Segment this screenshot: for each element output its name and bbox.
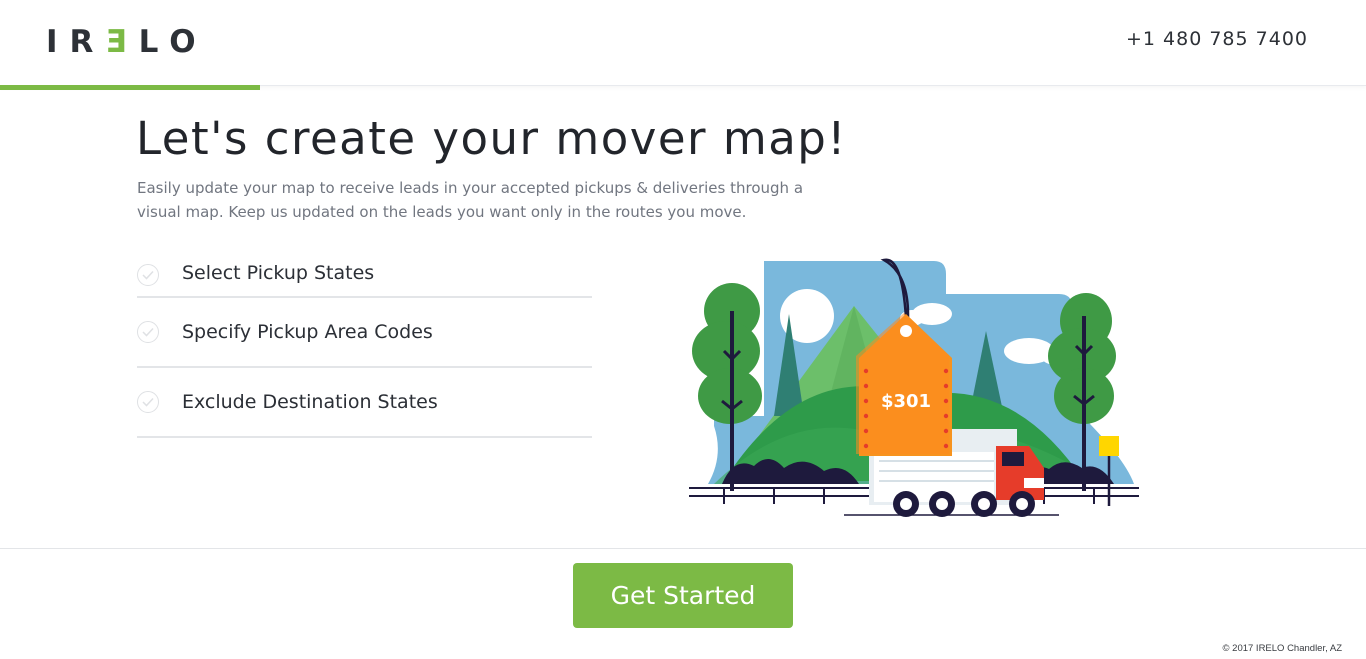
price-tag-text: $301 (881, 391, 931, 412)
top-header: IRƎLO +1 480 785 7400 (0, 0, 1366, 86)
irelo-logo[interactable]: IRƎLO (46, 24, 208, 60)
check-circle-icon (137, 321, 159, 343)
steps-list: Select Pickup States Specify Pickup Area… (137, 250, 592, 438)
step-exclude-destination-states[interactable]: Exclude Destination States (137, 368, 592, 438)
check-circle-icon (137, 264, 159, 286)
step-select-pickup-states[interactable]: Select Pickup States (137, 250, 592, 298)
check-circle-icon (137, 391, 159, 413)
page-subtitle: Easily update your map to receive leads … (137, 179, 804, 221)
step-label: Specify Pickup Area Codes (182, 321, 433, 343)
logo-r: R (69, 24, 106, 60)
get-started-button[interactable]: Get Started (573, 563, 793, 628)
copyright-note: © 2017 IRELO Chandler, AZ (1222, 643, 1342, 654)
logo-text: IRƎLO (46, 24, 208, 60)
step-label: Exclude Destination States (182, 391, 438, 413)
step-specify-pickup-area-codes[interactable]: Specify Pickup Area Codes (137, 298, 592, 368)
moving-truck-illustration: $301 (689, 258, 1139, 517)
step-label: Select Pickup States (182, 262, 375, 284)
logo-arrow-e: Ǝ (105, 24, 139, 60)
progress-bar (0, 85, 260, 90)
page-title: Let's create your mover map! (136, 112, 847, 165)
footer-divider (0, 548, 1366, 549)
phone-number[interactable]: +1 480 785 7400 (1126, 28, 1308, 50)
